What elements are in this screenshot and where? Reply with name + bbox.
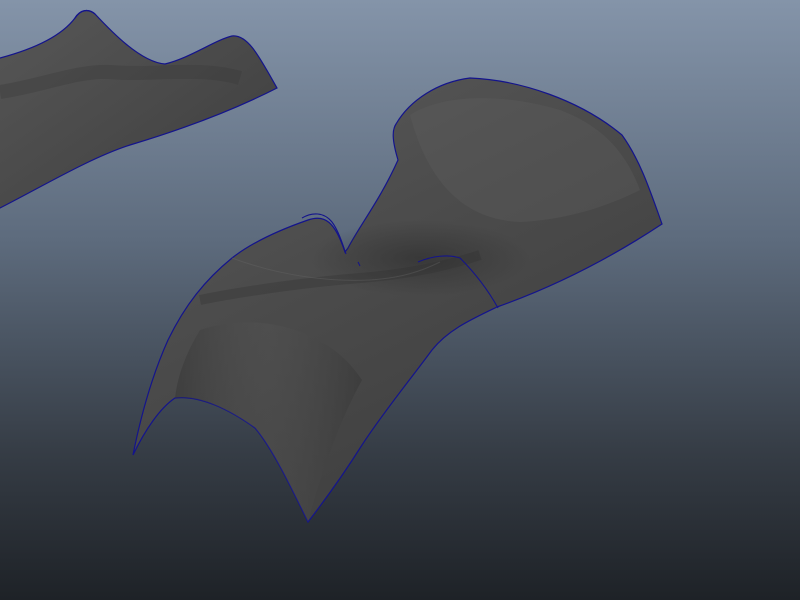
front-surface-saddle-shadow bbox=[310, 220, 530, 296]
nurbs-surface-back[interactable] bbox=[0, 9, 278, 212]
nurbs-surface-front[interactable] bbox=[132, 77, 663, 524]
front-surface-flap-shading bbox=[175, 322, 362, 522]
3d-viewport[interactable] bbox=[0, 0, 800, 600]
back-surface-body[interactable] bbox=[0, 9, 278, 212]
scene-canvas[interactable] bbox=[0, 0, 800, 600]
